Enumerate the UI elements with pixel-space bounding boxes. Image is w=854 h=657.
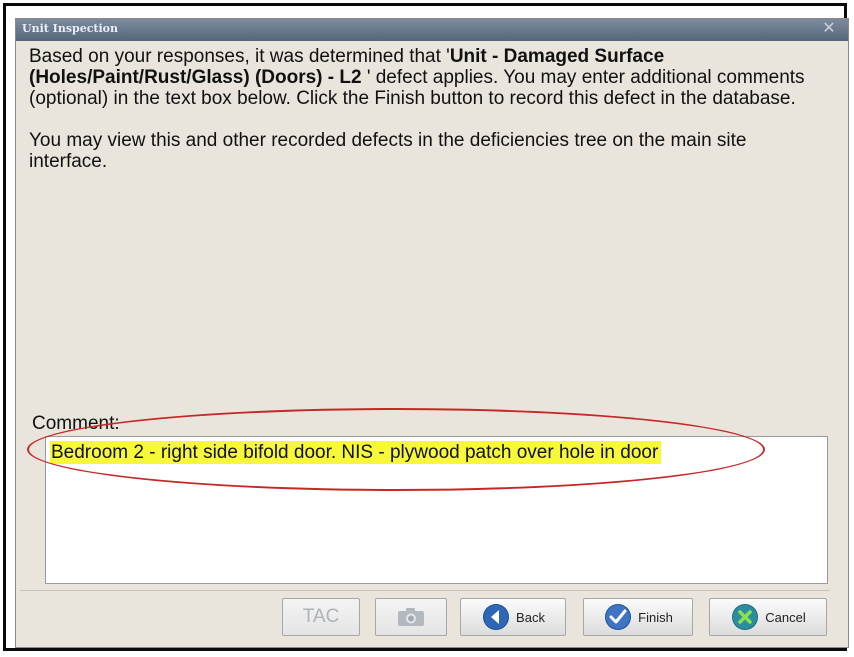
dialog-titlebar: Unit Inspection ✕	[16, 19, 848, 41]
back-button-label: Back	[516, 609, 545, 625]
finish-button-label: Finish	[638, 609, 673, 625]
finish-button[interactable]: Finish	[583, 598, 693, 636]
comment-textbox[interactable]: Bedroom 2 - right side bifold door. NIS …	[45, 436, 828, 584]
defect-message: Based on your responses, it was determin…	[29, 46, 809, 109]
back-button[interactable]: Back	[460, 598, 566, 636]
comment-text: Bedroom 2 - right side bifold door. NIS …	[50, 441, 662, 464]
message-intro: Based on your responses, it was determin…	[29, 46, 450, 67]
cancel-x-icon	[732, 604, 759, 630]
view-info-message: You may view this and other recorded def…	[29, 130, 747, 172]
tac-button-label: TAC	[302, 606, 340, 627]
comment-label: Comment:	[32, 413, 120, 434]
cancel-button-label: Cancel	[765, 609, 806, 625]
close-icon[interactable]: ✕	[820, 20, 838, 38]
checkmark-icon	[605, 604, 632, 630]
dialog-title: Unit Inspection	[22, 22, 118, 35]
back-arrow-icon	[483, 604, 510, 630]
tac-button[interactable]: TAC	[282, 598, 360, 636]
cancel-button[interactable]: Cancel	[709, 598, 827, 636]
camera-button[interactable]	[375, 598, 447, 636]
camera-icon	[398, 608, 424, 626]
dialog-message: Based on your responses, it was determin…	[29, 46, 809, 172]
